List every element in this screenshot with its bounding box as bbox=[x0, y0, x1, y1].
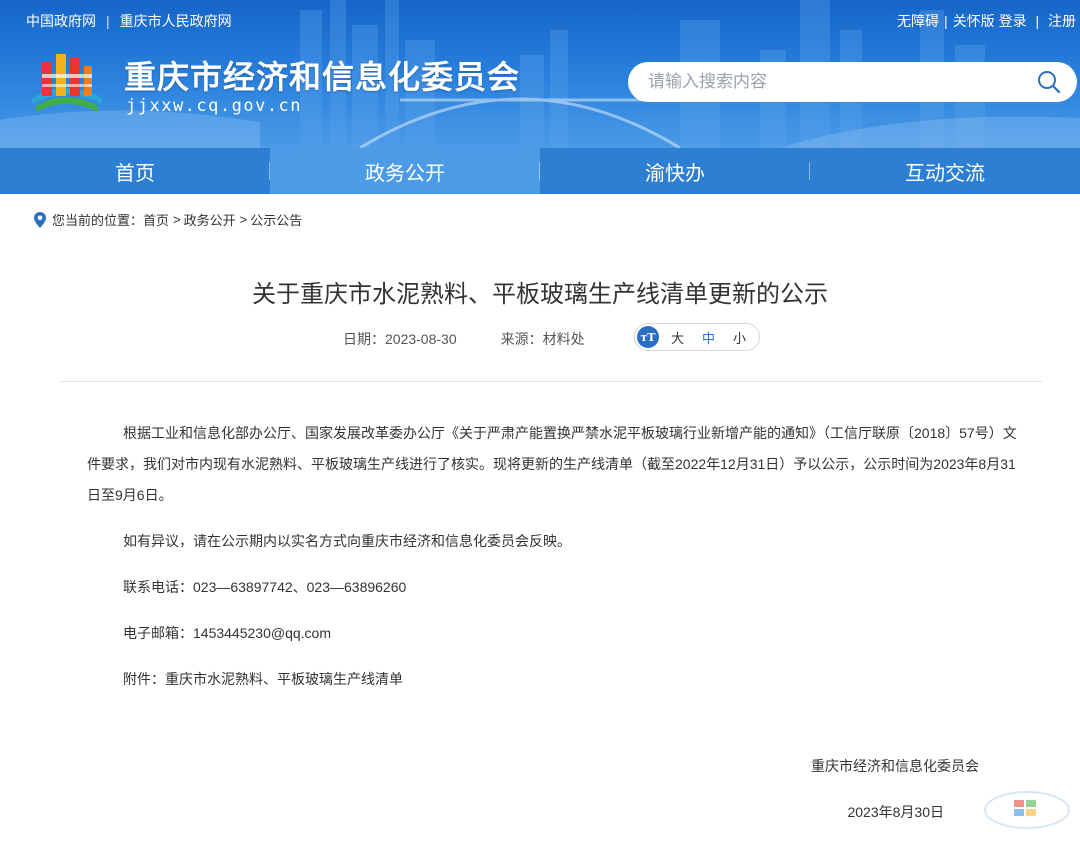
body-paragraph: 根据工业和信息化部办公厅、国家发展改革委办公厅《关于严肃产能置换严禁水泥平板玻璃… bbox=[87, 425, 1017, 503]
font-size-small[interactable]: 小 bbox=[733, 328, 746, 347]
breadcrumb-arrow: > bbox=[239, 212, 248, 227]
signature: 重庆市经济和信息化委员会 bbox=[811, 758, 979, 774]
breadcrumb-gov-affairs[interactable]: 政务公开 bbox=[184, 210, 236, 229]
meta-divider bbox=[60, 381, 1042, 382]
nav-home[interactable]: 首页 bbox=[0, 148, 270, 194]
font-size-medium[interactable]: 中 bbox=[702, 328, 715, 347]
user-links: 无障碍 | 关怀版 登录 | 注册 bbox=[897, 11, 1076, 31]
breadcrumb-home[interactable]: 首页 bbox=[143, 210, 169, 229]
gov-link-chongqing[interactable]: 重庆市人民政府网 bbox=[120, 13, 232, 29]
login-link[interactable]: 登录 bbox=[999, 13, 1027, 29]
article-source: 材料处 bbox=[542, 331, 585, 347]
main-nav: 首页 政务公开 渝快办 互动交流 bbox=[0, 148, 1080, 194]
gov-links: 中国政府网 | 重庆市人民政府网 bbox=[26, 11, 232, 31]
font-size-control: тT 大 中 小 bbox=[634, 323, 760, 351]
search-box bbox=[628, 62, 1077, 102]
user-link-separator: | bbox=[944, 13, 948, 29]
breadcrumb: 您当前的位置： 首页 > 政务公开 > 公示公告 bbox=[34, 210, 302, 229]
site-url: jjxxw.cq.gov.cn bbox=[126, 96, 303, 116]
article-date: 2023-08-30 bbox=[385, 331, 457, 347]
accessibility-link[interactable]: 无障碍 bbox=[897, 13, 939, 29]
header-banner: 中国政府网 | 重庆市人民政府网 无障碍 | 关怀版 登录 | 注册 重庆市经济和信息化… bbox=[0, 0, 1080, 148]
care-mode-link[interactable]: 关怀版 bbox=[953, 13, 995, 29]
source-label: 来源： bbox=[500, 331, 543, 347]
search-icon[interactable] bbox=[1037, 70, 1061, 94]
nav-yukuaiban[interactable]: 渝快办 bbox=[540, 148, 810, 194]
search-input[interactable] bbox=[646, 71, 1010, 93]
font-size-icon: тT bbox=[637, 326, 659, 348]
site-title[interactable]: 重庆市经济和信息化委员会 bbox=[124, 52, 520, 98]
article-meta: 日期： 2023-08-30 来源： 材料处 bbox=[343, 329, 585, 349]
breadcrumb-prefix: 您当前的位置： bbox=[52, 213, 144, 228]
date-label: 日期： bbox=[343, 331, 385, 347]
attachment-link[interactable]: 附件：重庆市水泥熟料、平板玻璃生产线清单 bbox=[87, 664, 1027, 695]
sign-date: 2023年8月30日 bbox=[847, 804, 944, 820]
article-title: 关于重庆市水泥熟料、平板玻璃生产线清单更新的公示 bbox=[252, 281, 828, 308]
register-link[interactable]: 注册 bbox=[1048, 13, 1076, 29]
body-paragraph: 如有异议，请在公示期内以实名方式向重庆市经济和信息化委员会反映。 bbox=[123, 533, 571, 549]
location-pin-icon bbox=[34, 211, 46, 228]
article-body: 根据工业和信息化部办公厅、国家发展改革委办公厅《关于严肃产能置换严禁水泥平板玻璃… bbox=[87, 418, 1027, 695]
link-separator: | bbox=[106, 13, 110, 29]
logo-emblem-icon[interactable] bbox=[28, 48, 104, 116]
watermark-logo-icon bbox=[984, 791, 1070, 829]
font-size-large[interactable]: 大 bbox=[671, 328, 684, 347]
breadcrumb-notices[interactable]: 公示公告 bbox=[250, 210, 302, 229]
contact-email: 电子邮箱：1453445230@qq.com bbox=[123, 625, 331, 641]
user-link-separator: | bbox=[1035, 13, 1040, 29]
nav-government-affairs[interactable]: 政务公开 bbox=[270, 148, 540, 194]
gov-link-china[interactable]: 中国政府网 bbox=[26, 13, 96, 29]
contact-phone: 联系电话：023—63897742、023—63896260 bbox=[123, 579, 407, 595]
nav-interaction[interactable]: 互动交流 bbox=[810, 148, 1080, 194]
breadcrumb-arrow: > bbox=[173, 212, 181, 227]
